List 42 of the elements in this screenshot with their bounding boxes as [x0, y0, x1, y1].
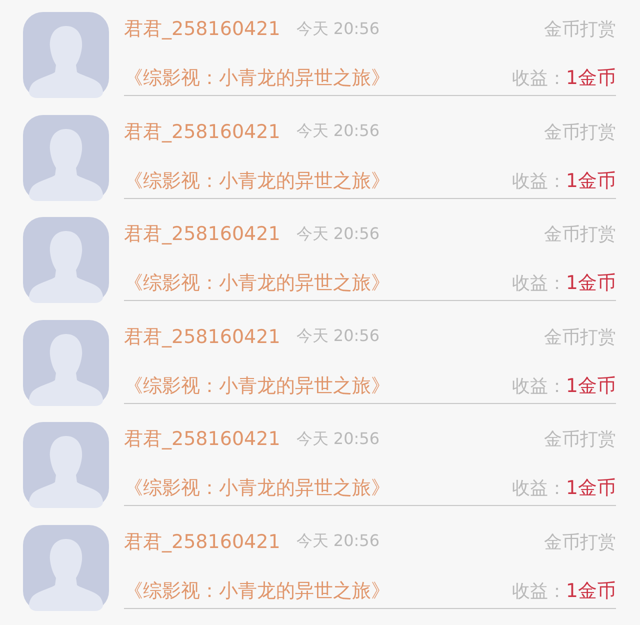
- avatar-icon: [23, 217, 109, 303]
- book-title[interactable]: 《综影视：小青龙的异世之旅》: [124, 270, 390, 296]
- income-label: 收益：: [512, 580, 566, 602]
- income-value: 1金币: [566, 578, 616, 604]
- income-label: 收益：: [512, 374, 566, 398]
- username[interactable]: 君君_258160421: [124, 118, 280, 144]
- avatar-icon: [23, 422, 109, 508]
- username[interactable]: 君君_258160421: [124, 324, 280, 350]
- time-text: 今天 20:56: [296, 18, 380, 40]
- avatar-icon: [23, 114, 109, 200]
- income-value: 1金币: [566, 374, 616, 398]
- income-value: 1金币: [566, 271, 616, 296]
- time-text: 今天 20:56: [296, 326, 380, 347]
- book-title[interactable]: 《综影视：小青龙的异世之旅》: [124, 168, 390, 194]
- income-label: 收益：: [512, 477, 566, 500]
- time-text: 今天 20:56: [296, 428, 380, 450]
- username[interactable]: 君君_258160421: [124, 528, 280, 554]
- book-title[interactable]: 《综影视：小青龙的异世之旅》: [124, 578, 390, 604]
- income-label: 收益：: [512, 170, 566, 192]
- time-text: 今天 20:56: [296, 121, 380, 142]
- type-text: 金币打赏: [544, 326, 616, 348]
- type-text: 金币打赏: [544, 18, 616, 41]
- income-value: 1金币: [566, 476, 616, 501]
- type-text: 金币打赏: [544, 120, 616, 144]
- username[interactable]: 君君_258160421: [124, 16, 280, 42]
- book-title[interactable]: 《综影视：小青龙的异世之旅》: [124, 475, 390, 501]
- income-label: 收益：: [512, 67, 566, 90]
- book-title[interactable]: 《综影视：小青龙的异世之旅》: [124, 65, 390, 91]
- time-text: 今天 20:56: [296, 531, 380, 552]
- income-value: 1金币: [566, 66, 616, 91]
- type-text: 金币打赏: [544, 530, 616, 554]
- username[interactable]: 君君_258160421: [124, 426, 280, 452]
- income-value: 1金币: [566, 168, 616, 194]
- avatar-icon: [23, 320, 109, 406]
- avatar-icon: [23, 524, 109, 610]
- type-text: 金币打赏: [544, 223, 616, 246]
- income-label: 收益：: [512, 272, 566, 295]
- type-text: 金币打赏: [544, 428, 616, 451]
- avatar-icon: [23, 12, 109, 98]
- username[interactable]: 君君_258160421: [124, 221, 280, 247]
- book-title[interactable]: 《综影视：小青龙的异世之旅》: [124, 372, 390, 398]
- time-text: 今天 20:56: [296, 224, 380, 244]
